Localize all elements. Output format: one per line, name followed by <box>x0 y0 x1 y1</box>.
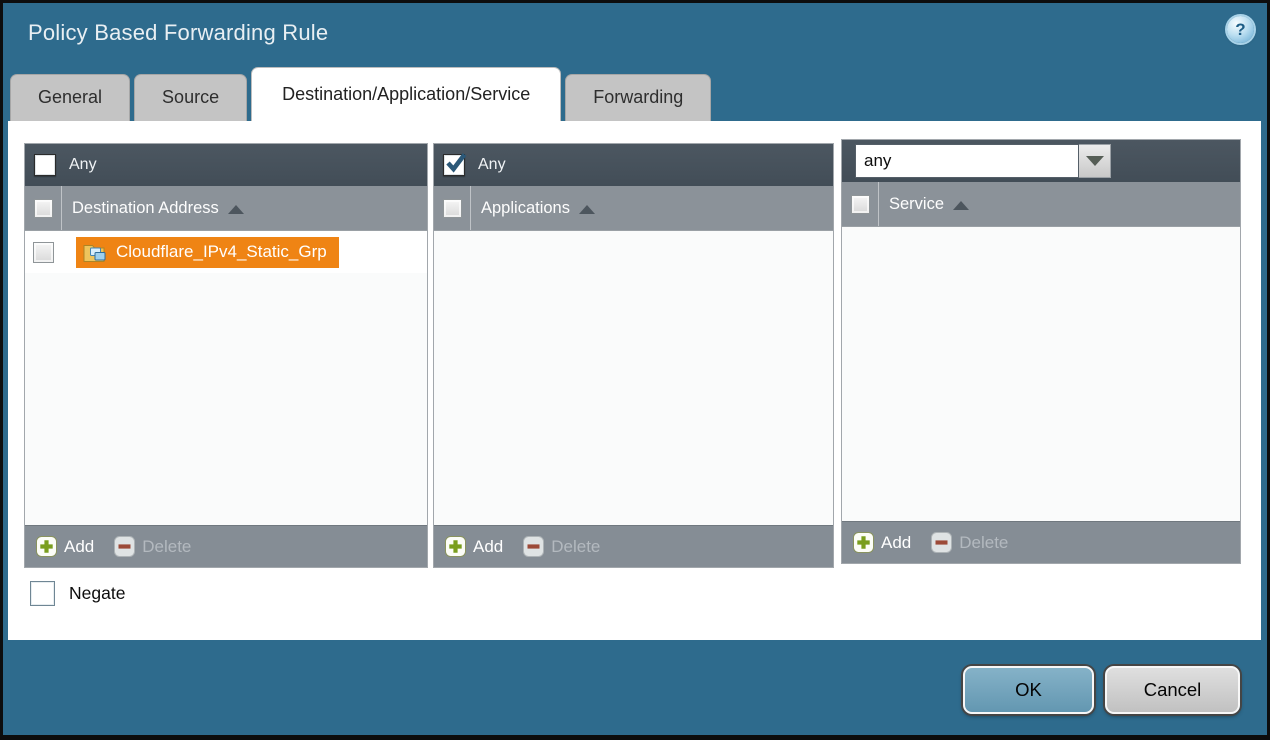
negate-row: Negate <box>30 581 125 606</box>
pbf-rule-dialog: Policy Based Forwarding Rule ? General S… <box>0 0 1270 740</box>
checkmark-icon <box>443 150 469 174</box>
tab-forwarding[interactable]: Forwarding <box>565 74 711 121</box>
ok-button[interactable]: OK <box>963 666 1094 714</box>
delete-button[interactable]: Delete <box>931 532 1008 553</box>
address-group-icon <box>83 242 108 263</box>
service-column-header[interactable]: Service <box>889 195 944 214</box>
service-column: any Service <box>841 139 1241 564</box>
add-icon <box>36 536 57 557</box>
applications-select-all-checkbox[interactable] <box>443 199 462 218</box>
chevron-down-icon <box>1086 156 1104 166</box>
tab-source[interactable]: Source <box>134 74 247 121</box>
destination-column-header[interactable]: Destination Address <box>72 199 219 218</box>
destination-select-all-checkbox[interactable] <box>34 199 53 218</box>
add-label: Add <box>473 537 503 557</box>
help-glyph: ? <box>1235 20 1245 40</box>
delete-label: Delete <box>959 533 1008 553</box>
applications-column-header[interactable]: Applications <box>481 199 570 218</box>
tab-bar: General Source Destination/Application/S… <box>10 67 711 121</box>
add-label: Add <box>64 537 94 557</box>
sort-asc-icon <box>579 205 595 214</box>
tab-general[interactable]: General <box>10 74 130 121</box>
add-button[interactable]: Add <box>36 536 94 557</box>
applications-any-checkbox[interactable] <box>443 154 465 176</box>
service-list <box>842 227 1240 521</box>
applications-list <box>434 231 833 525</box>
delete-label: Delete <box>142 537 191 557</box>
row-checkbox[interactable] <box>33 242 54 263</box>
address-group-name: Cloudflare_IPv4_Static_Grp <box>116 242 327 262</box>
negate-label: Negate <box>69 583 125 604</box>
destination-any-label: Any <box>69 156 97 174</box>
service-dropdown-row: any <box>842 140 1240 182</box>
service-header-row: Service <box>842 182 1240 227</box>
delete-icon <box>931 532 952 553</box>
destination-list: Cloudflare_IPv4_Static_Grp <box>25 231 427 525</box>
dialog-title: Policy Based Forwarding Rule <box>28 20 328 46</box>
add-label: Add <box>881 533 911 553</box>
destination-any-checkbox[interactable] <box>34 154 56 176</box>
applications-footer: Add Delete <box>434 525 833 567</box>
add-icon <box>445 536 466 557</box>
list-item: Cloudflare_IPv4_Static_Grp <box>25 231 427 273</box>
tab-destination-application-service[interactable]: Destination/Application/Service <box>251 67 561 121</box>
cancel-button[interactable]: Cancel <box>1105 666 1240 714</box>
delete-button[interactable]: Delete <box>114 536 191 557</box>
sort-asc-icon <box>953 201 969 210</box>
add-button[interactable]: Add <box>445 536 503 557</box>
applications-any-label: Any <box>478 156 506 174</box>
delete-icon <box>523 536 544 557</box>
applications-select-all-gutter <box>434 186 471 230</box>
delete-button[interactable]: Delete <box>523 536 600 557</box>
destination-address-column: Any Destination Address <box>24 143 428 568</box>
service-dropdown-button[interactable] <box>1079 144 1111 178</box>
applications-column: Any Applications Add <box>433 143 834 568</box>
destination-header-row: Destination Address <box>25 186 427 231</box>
help-icon[interactable]: ? <box>1227 16 1254 43</box>
sort-asc-icon <box>228 205 244 214</box>
destination-select-all-gutter <box>25 186 62 230</box>
destination-any-row: Any <box>25 144 427 186</box>
destination-footer: Add Delete <box>25 525 427 567</box>
applications-any-row: Any <box>434 144 833 186</box>
delete-label: Delete <box>551 537 600 557</box>
add-button[interactable]: Add <box>853 532 911 553</box>
selected-address-group-item[interactable]: Cloudflare_IPv4_Static_Grp <box>76 237 339 268</box>
add-icon <box>853 532 874 553</box>
content-panel: Any Destination Address <box>8 121 1261 640</box>
service-dropdown: any <box>855 144 1111 178</box>
service-dropdown-value[interactable]: any <box>855 144 1079 178</box>
service-select-all-gutter <box>842 182 879 226</box>
service-select-all-checkbox[interactable] <box>851 195 870 214</box>
service-footer: Add Delete <box>842 521 1240 563</box>
applications-header-row: Applications <box>434 186 833 231</box>
delete-icon <box>114 536 135 557</box>
negate-checkbox[interactable] <box>30 581 55 606</box>
